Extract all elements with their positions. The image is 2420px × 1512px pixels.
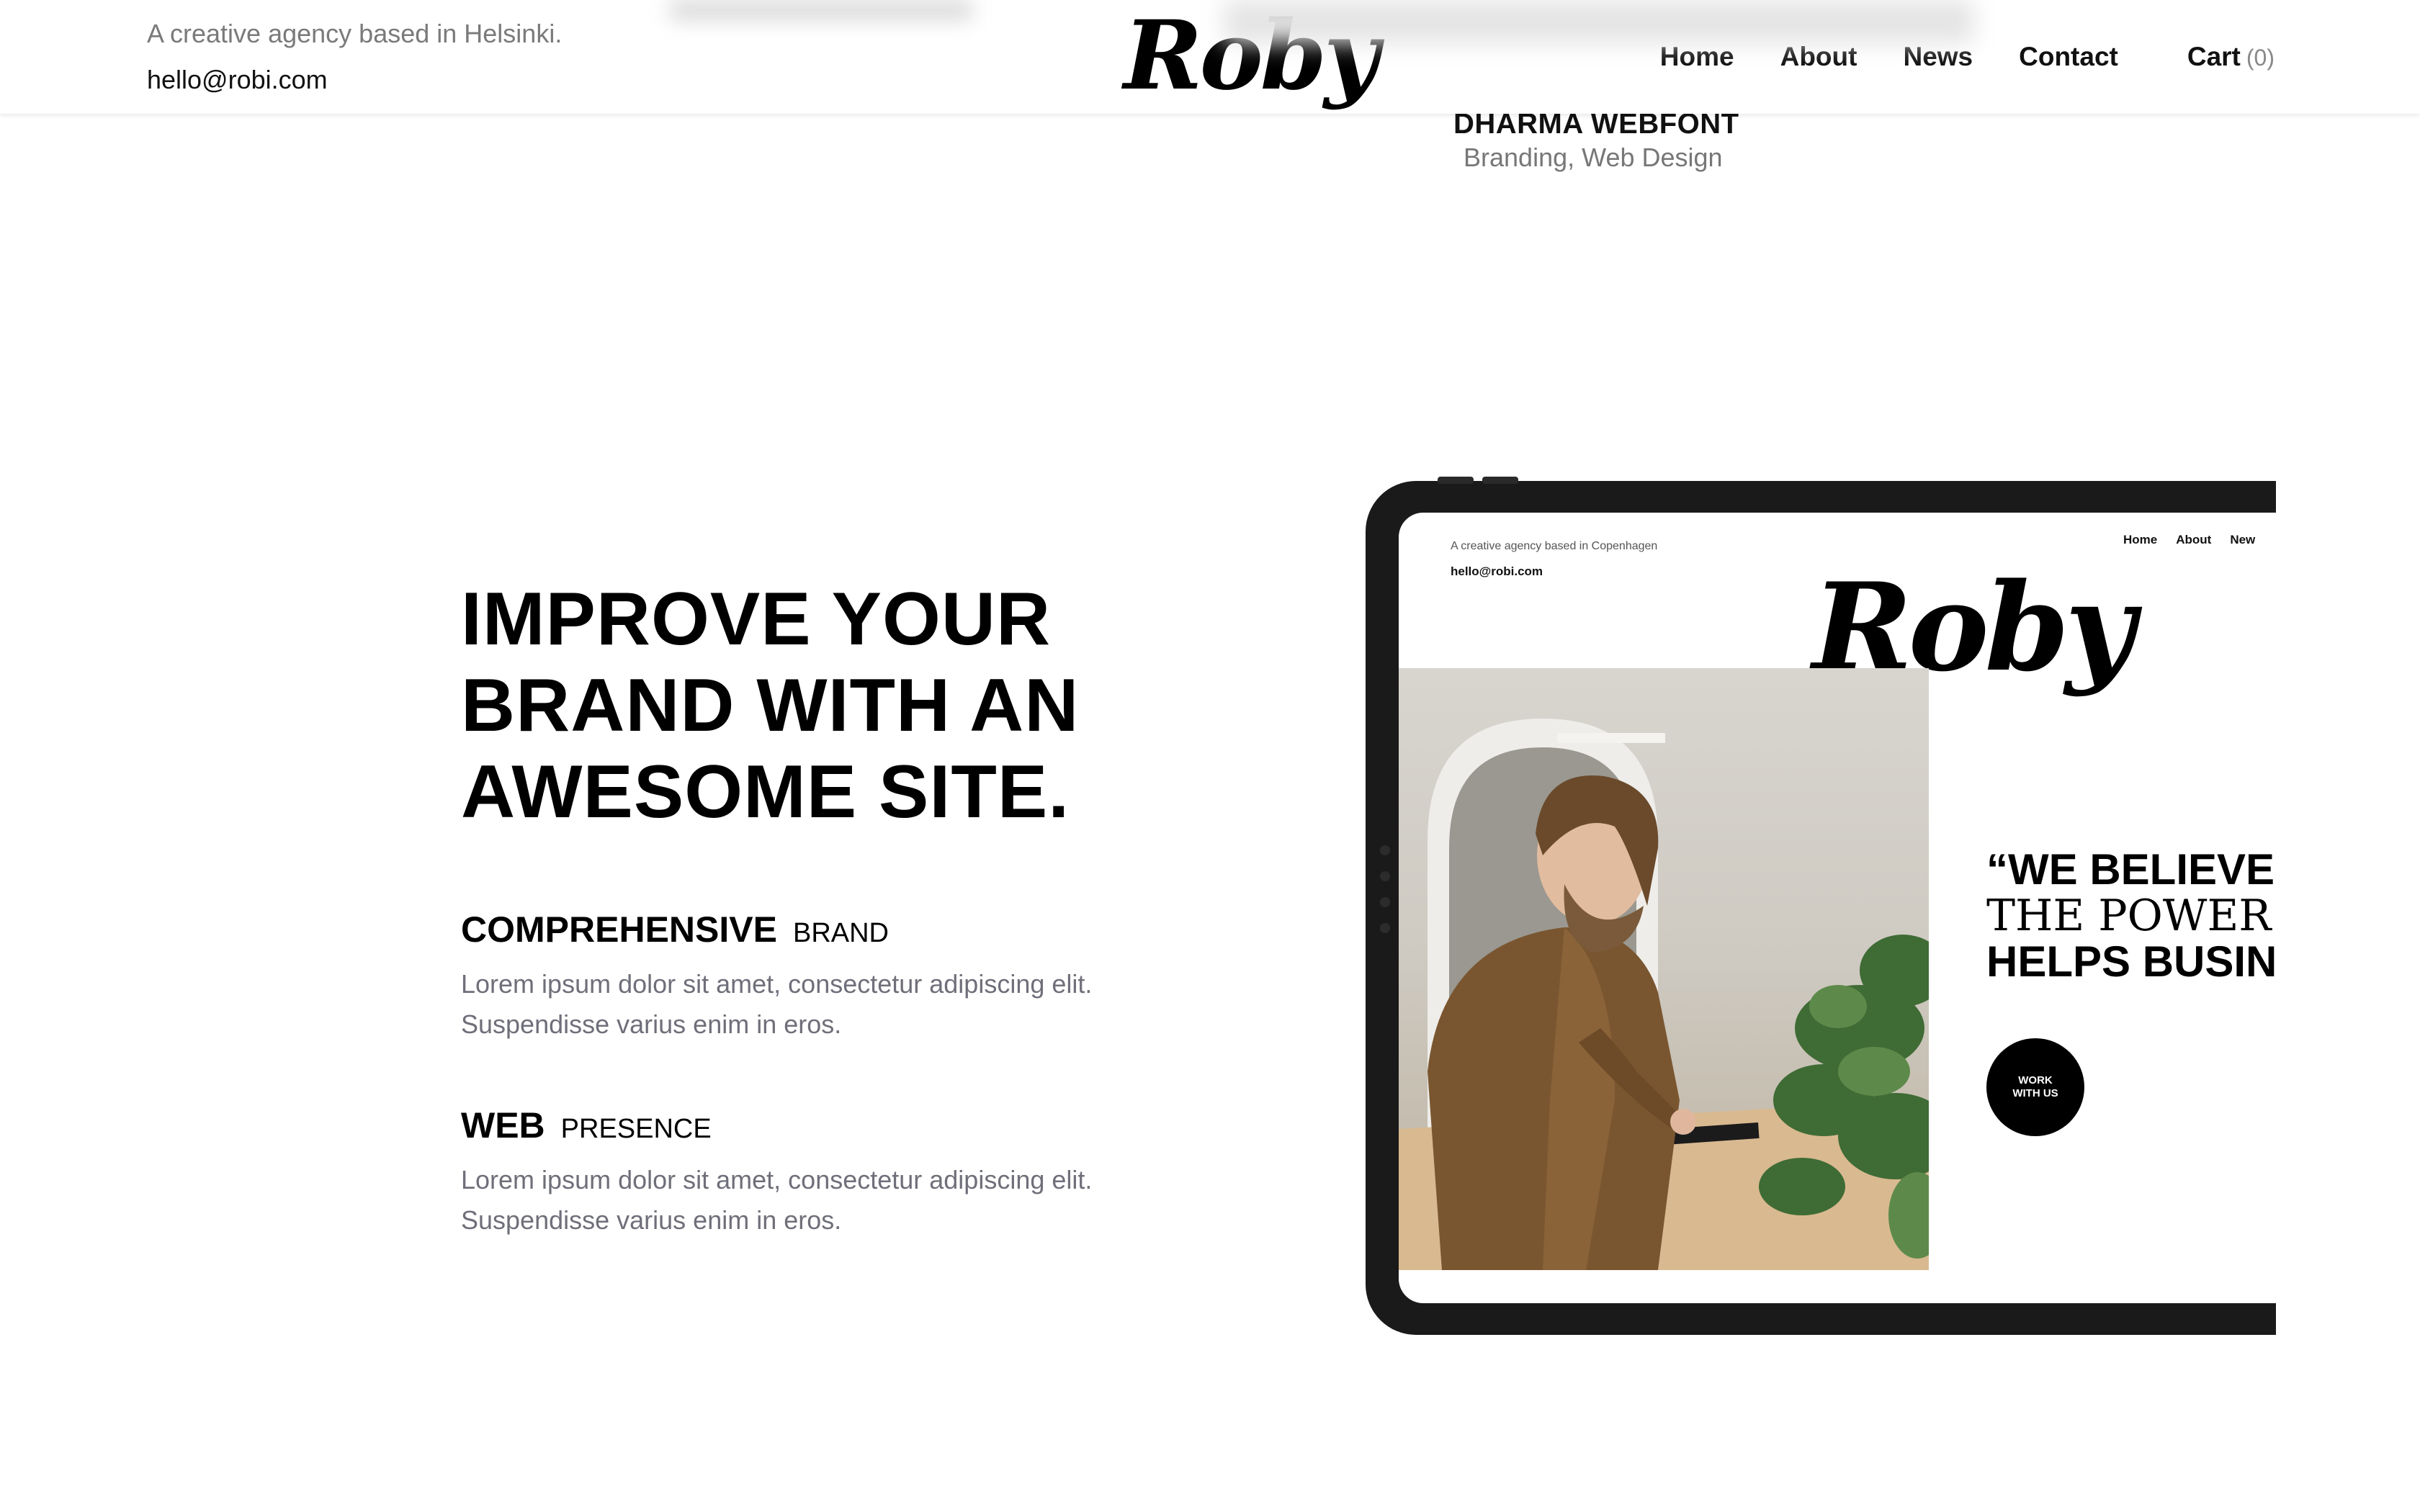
mockup-quote: “WE BELIEVE T THE POWER OF D HELPS BUSIN… (1986, 847, 2276, 985)
tablet-mockup: A creative agency based in Copenhagen he… (1366, 477, 2276, 1335)
mockup-email: hello@robi.com (1451, 564, 1543, 578)
tablet-button (1438, 477, 1474, 484)
nav-news[interactable]: News (1903, 42, 1973, 72)
cart-label: Cart (2187, 42, 2241, 71)
tablet-screen: A creative agency based in Copenhagen he… (1399, 513, 2276, 1303)
cart-link[interactable]: Cart (0) (2187, 42, 2275, 72)
work-btn-line: WITH US (2012, 1087, 2058, 1099)
mockup-nav: Home About New (2123, 533, 2274, 547)
tablet-button (1482, 477, 1518, 484)
mockup-quote-line: THE POWER OF D (1986, 891, 2276, 941)
blurred-content-fragment (670, 0, 972, 20)
cart-count: (0) (2246, 45, 2275, 71)
tablet-clip-area: A creative agency based in Copenhagen he… (0, 0, 2276, 1512)
nav-about[interactable]: About (1780, 42, 1857, 72)
work-btn-line: WORK (2018, 1074, 2053, 1086)
mockup-work-with-us-button: WORK WITH US (1986, 1038, 2084, 1136)
mockup-tagline: A creative agency based in Copenhagen (1451, 540, 1658, 552)
blurred-image-fragment (1224, 0, 1973, 43)
mockup-hero-photo (1399, 668, 1929, 1270)
mockup-quote-line: HELPS BUSINE (1986, 937, 2276, 986)
site-header: A creative agency based in Helsinki. hel… (0, 0, 2420, 114)
header-tagline: A creative agency based in Helsinki. (147, 19, 563, 48)
main-nav: Home About News Contact Cart (0) (1614, 42, 2275, 72)
header-email-link[interactable]: hello@robi.com (147, 65, 328, 95)
nav-home[interactable]: Home (1660, 42, 1734, 72)
mockup-nav-news: New (2230, 533, 2256, 546)
mockup-nav-home: Home (2123, 533, 2158, 546)
mockup-nav-about: About (2176, 533, 2212, 546)
mockup-quote-line: “WE BELIEVE T (1986, 845, 2276, 894)
nav-contact[interactable]: Contact (2019, 42, 2118, 72)
man-writing-illustration (1399, 719, 1929, 1270)
